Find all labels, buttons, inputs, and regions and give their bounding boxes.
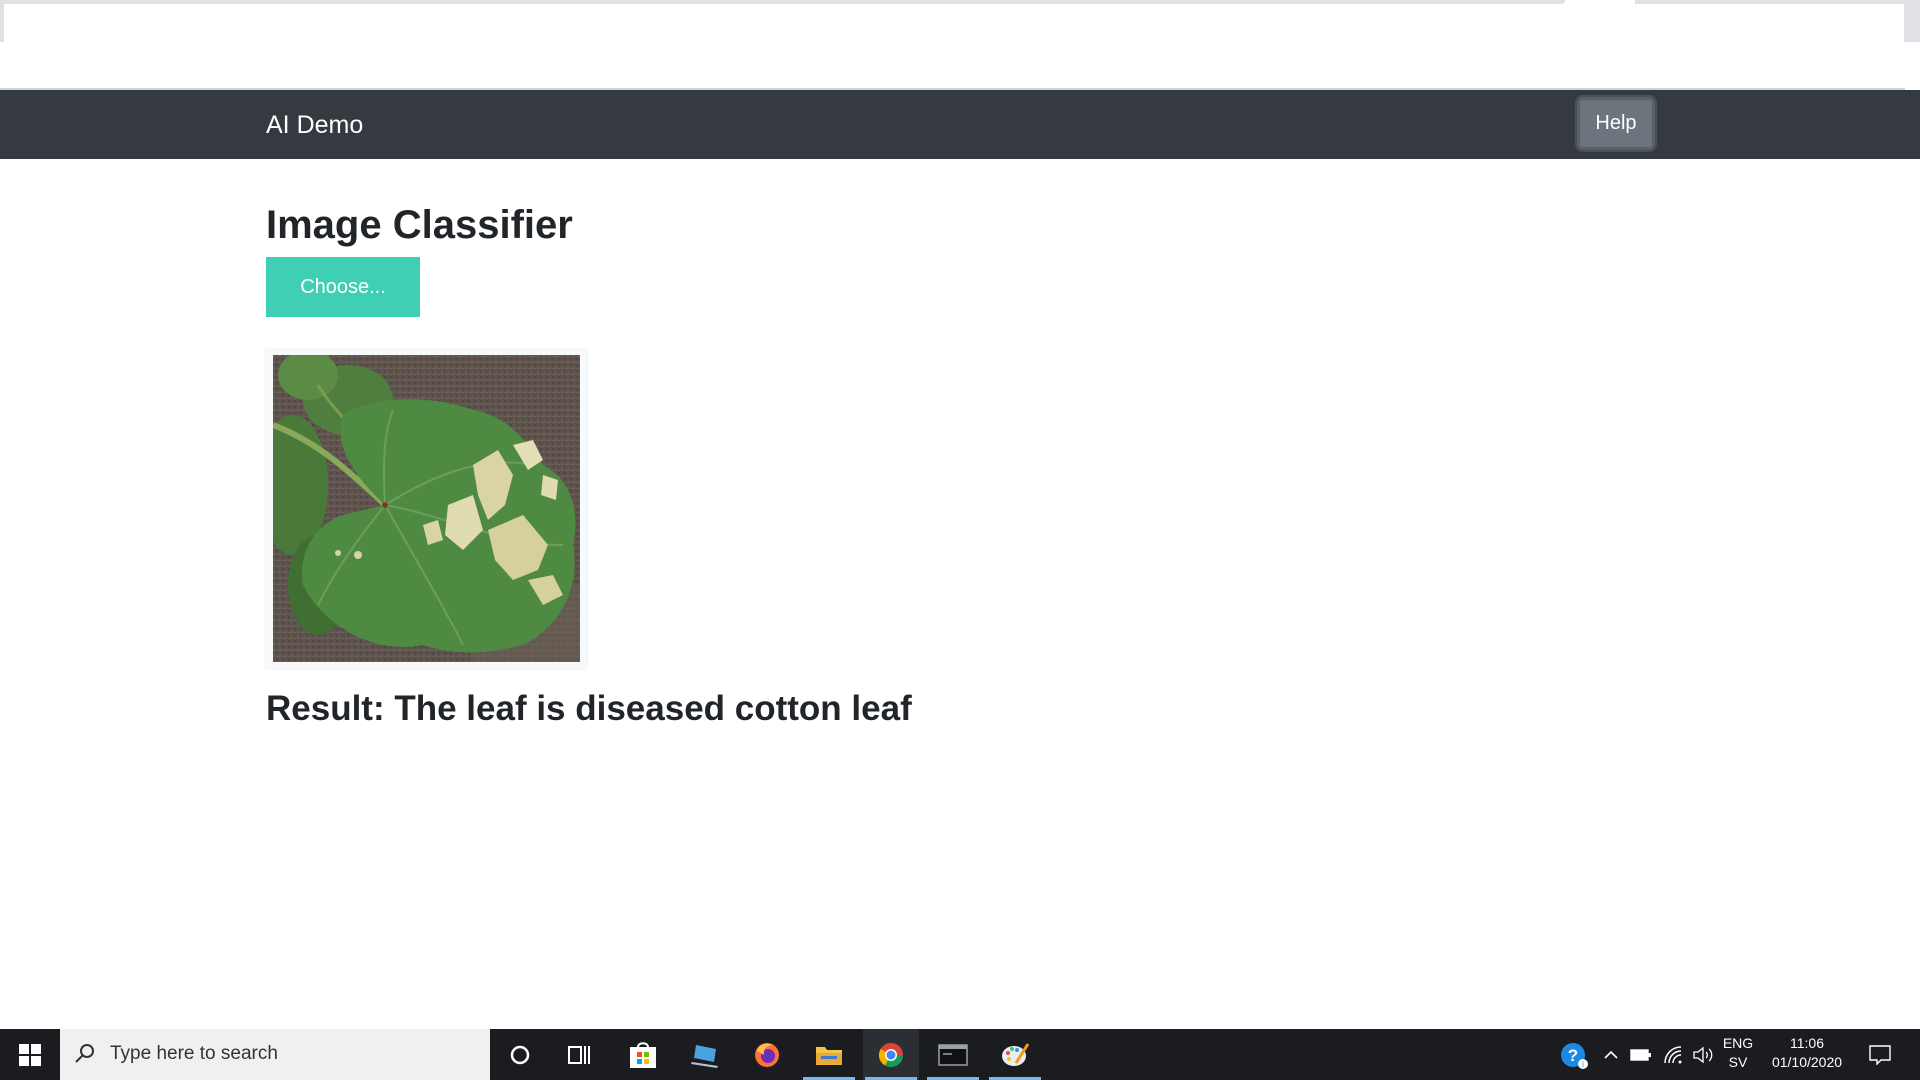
taskbar-search-input[interactable]: Type here to search: [60, 1029, 490, 1080]
firefox-icon: [755, 1042, 779, 1067]
keyboard-layout: SV: [1728, 1054, 1748, 1070]
help-circle-icon: ? i: [1561, 1042, 1588, 1069]
uploaded-image-preview: [266, 349, 587, 669]
chrome-button[interactable]: [863, 1029, 919, 1080]
search-placeholder: Type here to search: [110, 1043, 278, 1064]
help-button[interactable]: Help: [1577, 97, 1655, 150]
chrome-icon: [878, 1042, 903, 1067]
show-hidden-icons-button[interactable]: [1598, 1029, 1624, 1080]
firefox-button[interactable]: [739, 1029, 795, 1080]
battery-button[interactable]: [1626, 1029, 1656, 1080]
action-center-button[interactable]: [1858, 1029, 1902, 1080]
leaf-image: [273, 355, 580, 662]
clock-time: 11:06: [1790, 1035, 1824, 1051]
speaker-icon: [1693, 1046, 1713, 1063]
chrome-border: [0, 0, 1565, 4]
network-button[interactable]: [1658, 1029, 1688, 1080]
volume-button[interactable]: [1688, 1029, 1718, 1080]
chrome-border: [1635, 0, 1905, 4]
laptop-app-button[interactable]: [677, 1029, 733, 1080]
store-button[interactable]: [615, 1029, 671, 1080]
chevron-up-icon: [1604, 1050, 1618, 1059]
paint-button[interactable]: [987, 1029, 1043, 1080]
battery-icon: [1630, 1048, 1651, 1061]
language-indicator[interactable]: ENG SV: [1718, 1035, 1758, 1070]
svg-text:?: ?: [1568, 1046, 1578, 1065]
paint-icon: [1002, 1042, 1030, 1066]
chrome-edge: [0, 0, 4, 42]
choose-file-button[interactable]: Choose...: [266, 257, 420, 317]
clock[interactable]: 11:06 01/10/2020: [1762, 1035, 1852, 1070]
windows-icon: [19, 1043, 41, 1066]
task-view-button[interactable]: [552, 1029, 608, 1080]
navbar-brand[interactable]: AI Demo: [266, 110, 363, 140]
terminal-icon: [938, 1043, 968, 1066]
svg-text:i: i: [1582, 1060, 1584, 1069]
chrome-edge: [1904, 0, 1920, 42]
browser-chrome: [0, 0, 1920, 90]
help-tray-button[interactable]: ? i: [1552, 1029, 1596, 1080]
start-button[interactable]: [0, 1029, 60, 1080]
cortana-button[interactable]: [492, 1029, 548, 1080]
page-title: Image Classifier: [266, 203, 573, 247]
laptop-app-icon: [691, 1044, 718, 1068]
cortana-icon: [510, 1045, 530, 1064]
wifi-icon: [1664, 1045, 1682, 1063]
task-view-icon: [568, 1045, 590, 1064]
notification-icon: [1869, 1044, 1891, 1065]
file-explorer-icon: [816, 1046, 842, 1065]
file-explorer-button[interactable]: [801, 1029, 857, 1080]
store-icon: [630, 1041, 656, 1068]
search-icon: [75, 1044, 94, 1063]
result-text: Result: The leaf is diseased cotton leaf: [266, 689, 912, 728]
clock-date: 01/10/2020: [1771, 1054, 1843, 1070]
taskbar: Type here to search ? i ENG SV 11:06 01/…: [0, 1029, 1920, 1080]
terminal-button[interactable]: [925, 1029, 981, 1080]
language-code: ENG: [1722, 1035, 1754, 1051]
